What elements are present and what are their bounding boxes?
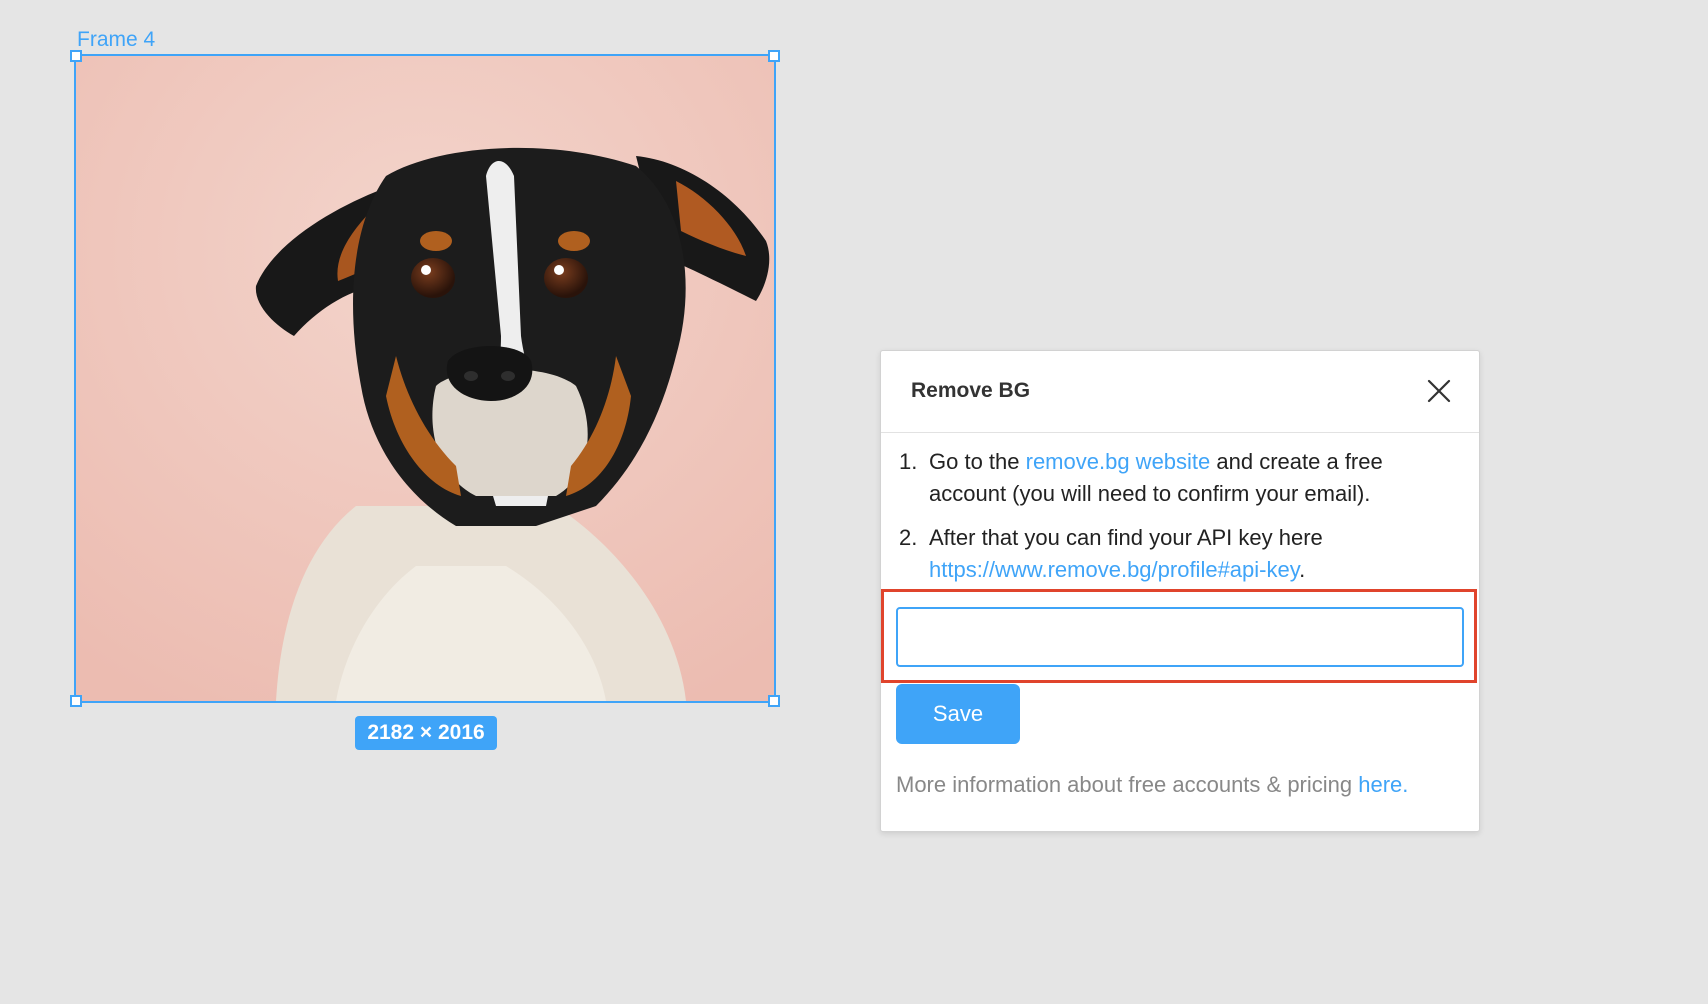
step-text-continued: . [1299,557,1306,582]
frame-image[interactable] [74,54,776,703]
remove-bg-dialog: Remove BG 1. Go to the remove.bg website… [880,350,1480,832]
step-text: Go to the [929,449,1026,474]
resize-handle-bottom-right[interactable] [768,695,780,707]
dialog-header: Remove BG [881,351,1479,433]
api-key-input[interactable] [896,607,1464,667]
step-text: After that you can find your API key her… [929,525,1323,550]
dialog-title: Remove BG [911,379,1031,402]
removebg-website-link[interactable]: remove.bg website [1026,449,1211,474]
pricing-info: More information about free accounts & p… [896,769,1456,801]
frame-label[interactable]: Frame 4 [77,27,155,53]
resize-handle-bottom-left[interactable] [70,695,82,707]
step-number: 1. [899,449,918,474]
pricing-info-text: More information about free accounts & p… [896,772,1359,797]
pricing-here-link[interactable]: here [1358,772,1402,797]
close-button[interactable] [1425,377,1453,405]
save-button[interactable]: Save [896,684,1020,744]
instructions-list: 1. Go to the remove.bg website and creat… [899,446,1459,598]
dog-photo [76,56,774,701]
size-badge: 2182 × 2016 [355,716,497,750]
step-number: 2. [899,525,918,550]
instruction-step: 2. After that you can find your API key … [899,522,1459,586]
resize-handle-top-right[interactable] [768,50,780,62]
pricing-info-period: . [1402,772,1409,797]
api-key-link[interactable]: https://www.remove.bg/profile#api-key [929,557,1299,582]
close-icon [1427,379,1451,403]
instruction-step: 1. Go to the remove.bg website and creat… [899,446,1459,510]
resize-handle-top-left[interactable] [70,50,82,62]
